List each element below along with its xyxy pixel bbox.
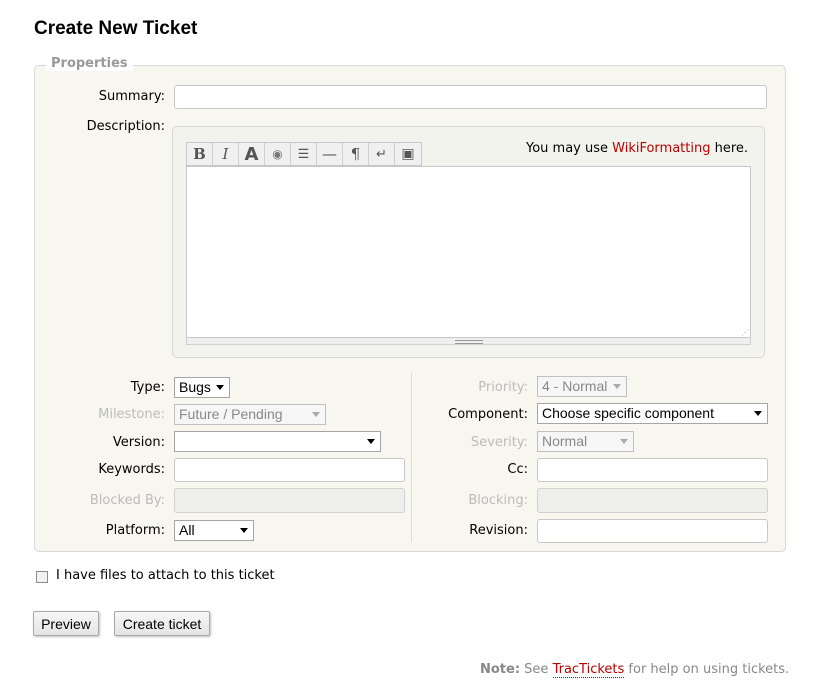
code-block-icon[interactable]: ☰ xyxy=(291,143,317,165)
cc-label: Cc: xyxy=(507,462,528,477)
blocking-input xyxy=(537,488,768,513)
tractickets-link[interactable]: TracTickets xyxy=(552,662,625,678)
priority-select: 4 - Normal xyxy=(537,376,627,397)
resize-corner-icon[interactable]: ⋰ xyxy=(741,328,749,337)
chevron-down-icon xyxy=(620,439,628,444)
type-label: Type: xyxy=(130,380,165,395)
wikiformatting-link[interactable]: WikiFormatting xyxy=(612,141,710,156)
cc-input[interactable] xyxy=(537,458,768,482)
keywords-input[interactable] xyxy=(174,458,405,482)
help-note: Note: See TracTickets for help on using … xyxy=(480,662,790,678)
attach-files-label[interactable]: I have files to attach to this ticket xyxy=(56,568,275,583)
chevron-down-icon xyxy=(240,528,248,533)
create-ticket-button[interactable]: Create ticket xyxy=(114,611,210,636)
milestone-label: Milestone: xyxy=(98,407,165,422)
attach-files-checkbox[interactable] xyxy=(36,571,48,583)
priority-select-value: 4 - Normal xyxy=(542,378,608,394)
description-textarea[interactable] xyxy=(186,166,751,338)
horizontal-rule-icon[interactable]: — xyxy=(317,143,343,165)
revision-input[interactable] xyxy=(537,519,768,543)
paragraph-icon[interactable]: ¶ xyxy=(343,143,369,165)
bold-icon[interactable]: B xyxy=(187,143,213,165)
keywords-label: Keywords: xyxy=(98,462,165,477)
severity-select: Normal xyxy=(537,431,634,452)
wiki-hint: You may use WikiFormatting here. xyxy=(526,141,748,156)
component-select[interactable]: Choose specific component xyxy=(537,403,768,424)
textarea-resize-grip[interactable] xyxy=(186,338,751,345)
line-break-icon[interactable]: ↵ xyxy=(369,143,395,165)
platform-select[interactable]: All xyxy=(174,520,254,541)
type-select-value: Bugs xyxy=(179,379,211,395)
summary-label: Summary: xyxy=(98,89,165,104)
version-select[interactable] xyxy=(174,431,381,452)
priority-label: Priority: xyxy=(478,380,528,395)
blocked-by-input xyxy=(174,488,405,513)
severity-label: Severity: xyxy=(470,435,528,450)
type-select[interactable]: Bugs xyxy=(174,377,230,398)
version-label: Version: xyxy=(112,435,165,450)
image-icon[interactable]: ▣ xyxy=(395,143,421,165)
wiki-hint-suffix: here. xyxy=(710,141,749,156)
wiki-toolbar: B I A ◉ ☰ — ¶ ↵ ▣ xyxy=(186,142,422,166)
description-label: Description: xyxy=(86,119,165,134)
heading-icon[interactable]: A xyxy=(239,143,265,165)
note-prefix: Note: xyxy=(480,662,521,677)
milestone-select: Future / Pending xyxy=(174,404,326,425)
preview-button[interactable]: Preview xyxy=(33,611,99,636)
chevron-down-icon xyxy=(754,411,762,416)
platform-select-value: All xyxy=(179,522,195,538)
summary-input[interactable] xyxy=(174,85,767,109)
chevron-down-icon xyxy=(312,412,320,417)
milestone-select-value: Future / Pending xyxy=(179,406,283,422)
link-icon[interactable]: ◉ xyxy=(265,143,291,165)
note-suffix: for help on using tickets. xyxy=(624,662,790,677)
severity-select-value: Normal xyxy=(542,433,588,449)
note-see: See xyxy=(520,662,553,677)
properties-legend: Properties xyxy=(46,56,133,71)
chevron-down-icon xyxy=(613,384,621,389)
italic-icon[interactable]: I xyxy=(213,143,239,165)
column-divider xyxy=(411,372,412,542)
blocking-label: Blocking: xyxy=(468,493,528,508)
chevron-down-icon xyxy=(216,385,224,390)
component-select-value: Choose specific component xyxy=(542,405,714,421)
component-label: Component: xyxy=(448,407,528,422)
revision-label: Revision: xyxy=(469,523,528,538)
blocked-by-label: Blocked By: xyxy=(89,493,165,508)
page-title: Create New Ticket xyxy=(34,18,198,39)
platform-label: Platform: xyxy=(105,523,165,538)
wiki-hint-prefix: You may use xyxy=(526,141,613,156)
chevron-down-icon xyxy=(367,439,375,444)
